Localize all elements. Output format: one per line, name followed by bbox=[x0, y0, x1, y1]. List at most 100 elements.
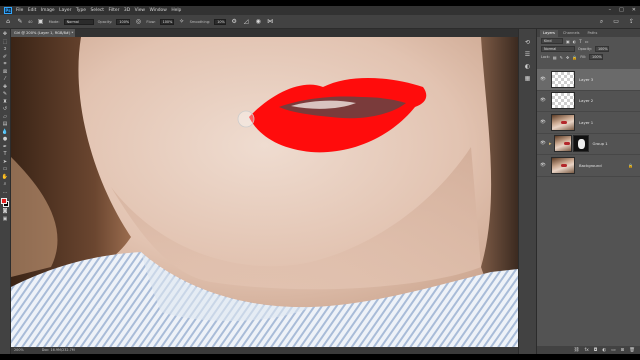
frame-tool-icon[interactable]: ⊠ bbox=[1, 69, 10, 77]
zoom-level[interactable]: 200% bbox=[14, 347, 24, 354]
tab-channels[interactable]: Channels bbox=[560, 30, 583, 37]
type-tool-icon[interactable]: T bbox=[1, 151, 10, 159]
layer-row-layer-3[interactable]: 👁 Layer 3 bbox=[537, 69, 640, 91]
eyedropper-tool-icon[interactable]: ⁄ bbox=[1, 76, 10, 84]
maximize-icon[interactable]: □ bbox=[619, 7, 624, 13]
visibility-eye-icon[interactable]: 👁 bbox=[539, 141, 547, 146]
filter-type-icon[interactable]: T bbox=[579, 39, 581, 44]
layer-row-group-1[interactable]: 👁 ▸ Group 1 bbox=[537, 134, 640, 155]
pressure-size-icon[interactable]: ◉ bbox=[254, 18, 262, 26]
zoom-tool-icon[interactable]: ⌕ bbox=[1, 181, 10, 189]
menu-image[interactable]: Image bbox=[41, 8, 55, 13]
filter-adjust-icon[interactable]: ◐ bbox=[573, 39, 577, 44]
layer-row-layer-2[interactable]: 👁 Layer 2 bbox=[537, 91, 640, 112]
tab-paths[interactable]: Paths bbox=[585, 30, 601, 37]
brush-settings-icon[interactable]: ▣ bbox=[37, 18, 45, 26]
quick-mask-icon[interactable]: ◙ bbox=[1, 208, 10, 216]
clone-stamp-tool-icon[interactable]: ♜ bbox=[1, 99, 10, 107]
mode-select[interactable]: Normal bbox=[63, 18, 94, 25]
search-icon[interactable]: ⌕ bbox=[600, 18, 603, 26]
filter-pixel-icon[interactable]: ▣ bbox=[566, 39, 570, 44]
layer-name[interactable]: Layer 1 bbox=[579, 120, 593, 125]
menu-3d[interactable]: 3D bbox=[124, 8, 130, 13]
workspace-icon[interactable]: ▭ bbox=[613, 18, 619, 26]
folder-icon[interactable]: ▸ bbox=[549, 141, 552, 147]
menu-filter[interactable]: Filter bbox=[109, 8, 120, 13]
fill-field[interactable]: 100% bbox=[589, 54, 604, 60]
blend-mode-select[interactable]: Normal bbox=[541, 46, 575, 52]
gradient-tool-icon[interactable]: ▤ bbox=[1, 121, 10, 129]
menu-layer[interactable]: Layer bbox=[59, 8, 71, 13]
adjustments-panel-icon[interactable]: ◐ bbox=[524, 63, 532, 71]
share-icon[interactable]: ⇪ bbox=[629, 18, 634, 26]
document-tab[interactable]: Girl @ 200% (Layer 1, RGB/8#) * bbox=[11, 29, 75, 37]
history-brush-tool-icon[interactable]: ↺ bbox=[1, 106, 10, 114]
foreground-color-swatch[interactable] bbox=[1, 198, 7, 204]
layer-name[interactable]: Group 1 bbox=[593, 141, 608, 146]
menu-window[interactable]: Window bbox=[150, 8, 167, 13]
tab-layers[interactable]: Layers bbox=[540, 30, 558, 37]
lock-icon[interactable]: 🔒 bbox=[628, 163, 633, 168]
dodge-tool-icon[interactable]: ● bbox=[1, 136, 10, 144]
link-layers-icon[interactable]: ⛓ bbox=[574, 348, 580, 353]
brush-size-value[interactable]: 40 bbox=[28, 20, 33, 24]
close-icon[interactable]: ✕ bbox=[632, 7, 636, 13]
eraser-tool-icon[interactable]: ▱ bbox=[1, 114, 10, 122]
layer-style-icon[interactable]: fx bbox=[584, 348, 588, 353]
gear-icon[interactable]: ⚙ bbox=[230, 18, 238, 26]
healing-tool-icon[interactable]: ✚ bbox=[1, 84, 10, 92]
more-tools-icon[interactable]: … bbox=[1, 189, 10, 197]
layer-mask-thumbnail[interactable] bbox=[572, 135, 589, 153]
layer-opacity-field[interactable]: 100% bbox=[594, 46, 609, 52]
hand-tool-icon[interactable]: ✋ bbox=[1, 174, 10, 182]
path-select-tool-icon[interactable]: ➤ bbox=[1, 159, 10, 167]
lock-pixels-icon[interactable]: ▦ bbox=[553, 55, 557, 60]
symmetry-icon[interactable]: ⋈ bbox=[266, 18, 274, 26]
flow-field[interactable]: 100% bbox=[159, 18, 174, 25]
menu-view[interactable]: View bbox=[135, 8, 145, 13]
blur-tool-icon[interactable]: 💧 bbox=[1, 129, 10, 137]
layer-name[interactable]: Background bbox=[579, 163, 602, 168]
delete-layer-icon[interactable]: 🗑 bbox=[629, 348, 635, 353]
new-group-icon[interactable]: ▭ bbox=[611, 348, 615, 353]
add-mask-icon[interactable]: ◘ bbox=[594, 348, 598, 353]
layer-name[interactable]: Layer 2 bbox=[579, 98, 593, 103]
menu-file[interactable]: File bbox=[16, 8, 23, 13]
visibility-eye-icon[interactable]: 👁 bbox=[539, 120, 547, 125]
layer-row-background[interactable]: 👁 Background 🔒 bbox=[537, 155, 640, 177]
lasso-tool-icon[interactable]: ↄ bbox=[1, 46, 10, 54]
layer-row-layer-1[interactable]: 👁 Layer 1 bbox=[537, 112, 640, 134]
minimize-icon[interactable]: – bbox=[609, 7, 612, 13]
visibility-eye-icon[interactable]: 👁 bbox=[539, 98, 547, 103]
properties-panel-icon[interactable]: ☰ bbox=[524, 51, 532, 59]
angle-icon[interactable]: ◿ bbox=[242, 18, 250, 26]
new-layer-icon[interactable]: ⊞ bbox=[621, 348, 625, 353]
layer-name[interactable]: Layer 3 bbox=[579, 77, 593, 82]
lock-paint-icon[interactable]: ✎ bbox=[560, 55, 563, 60]
menu-help[interactable]: Help bbox=[171, 8, 181, 13]
quick-select-tool-icon[interactable]: ✐ bbox=[1, 54, 10, 62]
visibility-eye-icon[interactable]: 👁 bbox=[539, 77, 547, 82]
smoothing-field[interactable]: 10% bbox=[214, 18, 227, 25]
shape-tool-icon[interactable]: ▭ bbox=[1, 166, 10, 174]
airbrush-icon[interactable]: ✧ bbox=[178, 18, 186, 26]
lock-move-icon[interactable]: ✥ bbox=[566, 55, 569, 60]
visibility-eye-icon[interactable]: 👁 bbox=[539, 163, 547, 168]
history-panel-icon[interactable]: ⟲ bbox=[524, 39, 532, 47]
brush-tool-icon[interactable]: ✎ bbox=[1, 91, 10, 99]
swatches-panel-icon[interactable]: ▦ bbox=[524, 75, 532, 83]
menu-edit[interactable]: Edit bbox=[28, 8, 37, 13]
canvas[interactable] bbox=[11, 37, 518, 347]
adjustment-layer-icon[interactable]: ◐ bbox=[602, 348, 606, 353]
lock-all-icon[interactable]: 🔒 bbox=[572, 55, 577, 60]
move-tool-icon[interactable]: ✥ bbox=[1, 31, 10, 39]
filter-shape-icon[interactable]: ▭ bbox=[585, 39, 589, 44]
color-swatches[interactable] bbox=[0, 198, 10, 208]
pressure-opacity-icon[interactable]: ◎ bbox=[134, 18, 142, 26]
pen-tool-icon[interactable]: ✒ bbox=[1, 144, 10, 152]
brush-tool-icon[interactable]: ✎ bbox=[16, 18, 24, 26]
layer-kind-filter[interactable]: Kind bbox=[541, 38, 563, 44]
menu-select[interactable]: Select bbox=[90, 8, 104, 13]
crop-tool-icon[interactable]: ⌗ bbox=[1, 61, 10, 69]
opacity-field[interactable]: 100% bbox=[116, 18, 131, 25]
